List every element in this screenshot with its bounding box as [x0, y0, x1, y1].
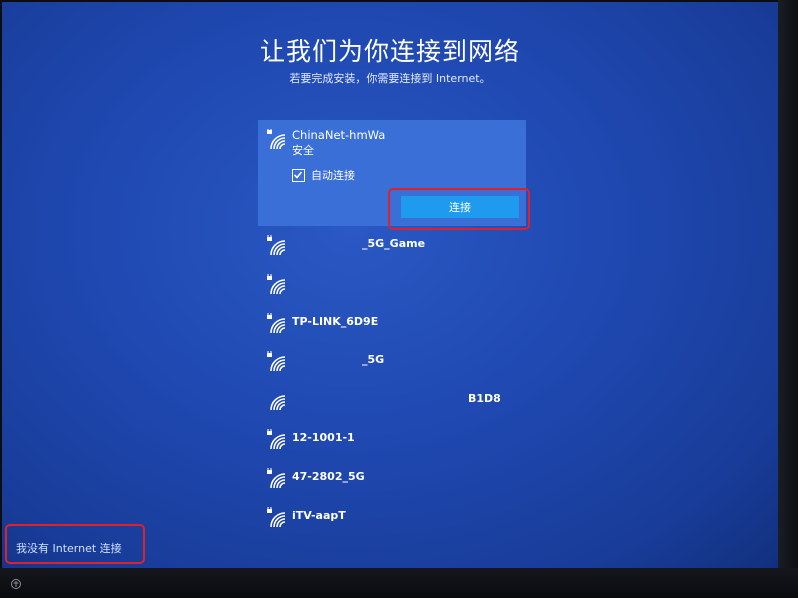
auto-connect-checkbox[interactable] [292, 168, 305, 182]
network-name: iTV-aapT [292, 508, 346, 522]
network-name: _5G_Game [362, 237, 426, 250]
network-item[interactable] [258, 265, 526, 304]
network-item[interactable]: _5G_Game [258, 226, 526, 265]
wifi-secured-icon [267, 467, 286, 488]
network-list: ChinaNet-hmWa 安全 自动连接 连接 _5G_Game TP-LINK… [258, 120, 528, 536]
wifi-secured-icon [267, 506, 286, 527]
no-internet-highlight [5, 524, 145, 564]
wifi-secured-icon [267, 428, 286, 450]
network-item[interactable]: iTV-aapT [258, 498, 526, 537]
network-name: TP-LINK_6D9E [292, 314, 379, 328]
network-name: _5G [362, 353, 385, 367]
network-item[interactable]: _5G [258, 342, 526, 381]
auto-connect-label: 自动连接 [311, 169, 355, 182]
network-rows: _5G_Game TP-LINK_6D9E _5G B1D8 12-1001-1 47-2… [258, 226, 528, 536]
monitor-bezel-right [778, 0, 798, 598]
network-item[interactable]: TP-LINK_6D9E [258, 304, 526, 343]
setup-screen: 让我们为你连接到网络 若要完成安装，你需要连接到 Internet。 China… [2, 2, 778, 568]
network-item[interactable]: 47-2802_5G [258, 459, 526, 498]
network-item[interactable]: B1D8 [258, 381, 526, 420]
wifi-icon [270, 395, 286, 411]
network-name: 47-2802_5G [292, 469, 365, 483]
page-subtitle: 若要完成安装，你需要连接到 Internet。 [289, 72, 491, 85]
accessibility-icon[interactable] [10, 578, 22, 590]
wifi-secured-icon [267, 129, 286, 150]
page-title: 让我们为你连接到网络 [259, 37, 520, 66]
network-name: ChinaNet-hmWa [292, 128, 386, 142]
network-name: B1D8 [468, 392, 501, 406]
checkmark-icon [293, 170, 303, 179]
wifi-secured-icon [267, 351, 286, 372]
network-name: 12-1001-1 [292, 430, 355, 444]
network-item[interactable]: 12-1001-1 [258, 420, 526, 459]
wifi-secured-icon [267, 312, 286, 333]
network-status: 安全 [292, 144, 314, 157]
wifi-secured-icon [267, 235, 286, 256]
wifi-secured-icon [267, 273, 286, 294]
connect-button-highlight [388, 188, 530, 230]
monitor-bezel-bottom [0, 568, 798, 598]
auto-connect-row[interactable]: 自动连接 [292, 167, 355, 183]
